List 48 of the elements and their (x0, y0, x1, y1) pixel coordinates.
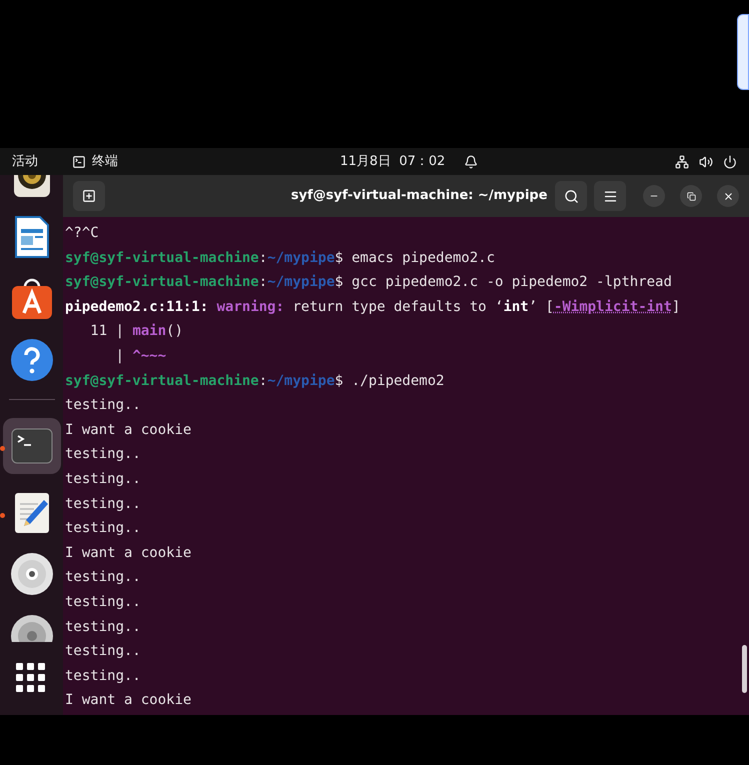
search-icon (564, 188, 578, 204)
close-icon (722, 190, 734, 202)
disc-icon (10, 552, 54, 596)
terminal-line: testing.. (65, 618, 141, 636)
terminal-line: testing.. (65, 445, 141, 464)
terminal-line: testing.. (65, 470, 141, 489)
terminal-line: testing.. (65, 396, 141, 416)
terminal-line: testing.. (65, 568, 141, 588)
app-menu[interactable]: 终端 (92, 152, 118, 172)
terminal-line: I want a cookie (65, 544, 192, 563)
network-icon[interactable] (675, 154, 689, 168)
maximize-button[interactable] (680, 185, 702, 207)
terminal-line: pipedemo2.c:11:1: warning: return type defaults to ‘int’ [-Wimplicit-int] (65, 298, 680, 317)
terminal-line: syf@syf-virtual-machine:~/mypipe$ ./pipedemo2 (65, 372, 444, 391)
notification-icon[interactable] (464, 154, 478, 168)
help-icon (10, 339, 52, 381)
document-icon (14, 215, 50, 259)
terminal-line: syf@syf-virtual-machine:~/mypipe$ emacs pipedemo2.c (65, 248, 495, 268)
new-tab-button[interactable] (73, 181, 105, 211)
volume-icon[interactable] (699, 154, 713, 168)
menu-button[interactable] (594, 181, 626, 211)
close-button[interactable] (717, 185, 739, 207)
terminal-line: testing.. (65, 494, 141, 514)
clock[interactable]: 11月8日 07：02 (340, 152, 446, 172)
terminal-line: testing.. (65, 666, 141, 686)
terminal-line: syf@syf-virtual-machine:~/mypipe$ gcc pipedemo2.c -o pipedemo2 -lpthread (65, 273, 672, 292)
terminal-icon (10, 428, 52, 464)
search-button[interactable] (555, 181, 587, 211)
maximize-icon (686, 192, 696, 200)
shopping-bag-icon (10, 277, 54, 321)
window-title: syf@syf-virtual-machine: ~/mypipe (291, 187, 548, 206)
scrollbar[interactable] (742, 645, 747, 693)
text-editor-icon (14, 492, 50, 534)
menu-icon (602, 188, 618, 204)
terminal-line: testing.. (65, 519, 141, 538)
side-handle[interactable] (737, 14, 749, 90)
terminal-line: | ^~~~ (114, 346, 166, 366)
power-icon[interactable] (723, 154, 737, 168)
terminal-line: I want a cookie (65, 420, 192, 440)
terminal-line: testing.. (65, 642, 141, 662)
new-tab-icon (82, 189, 96, 203)
app-grid-icon[interactable] (16, 663, 46, 693)
activities-button[interactable]: 活动 (12, 152, 38, 172)
terminal-line: 11 | main() (89, 322, 184, 342)
terminal-icon (72, 154, 86, 168)
terminal-line: testing.. (65, 592, 141, 612)
terminal-line: ^?^C (65, 224, 99, 243)
terminal-line: I want a cookie (65, 691, 192, 710)
